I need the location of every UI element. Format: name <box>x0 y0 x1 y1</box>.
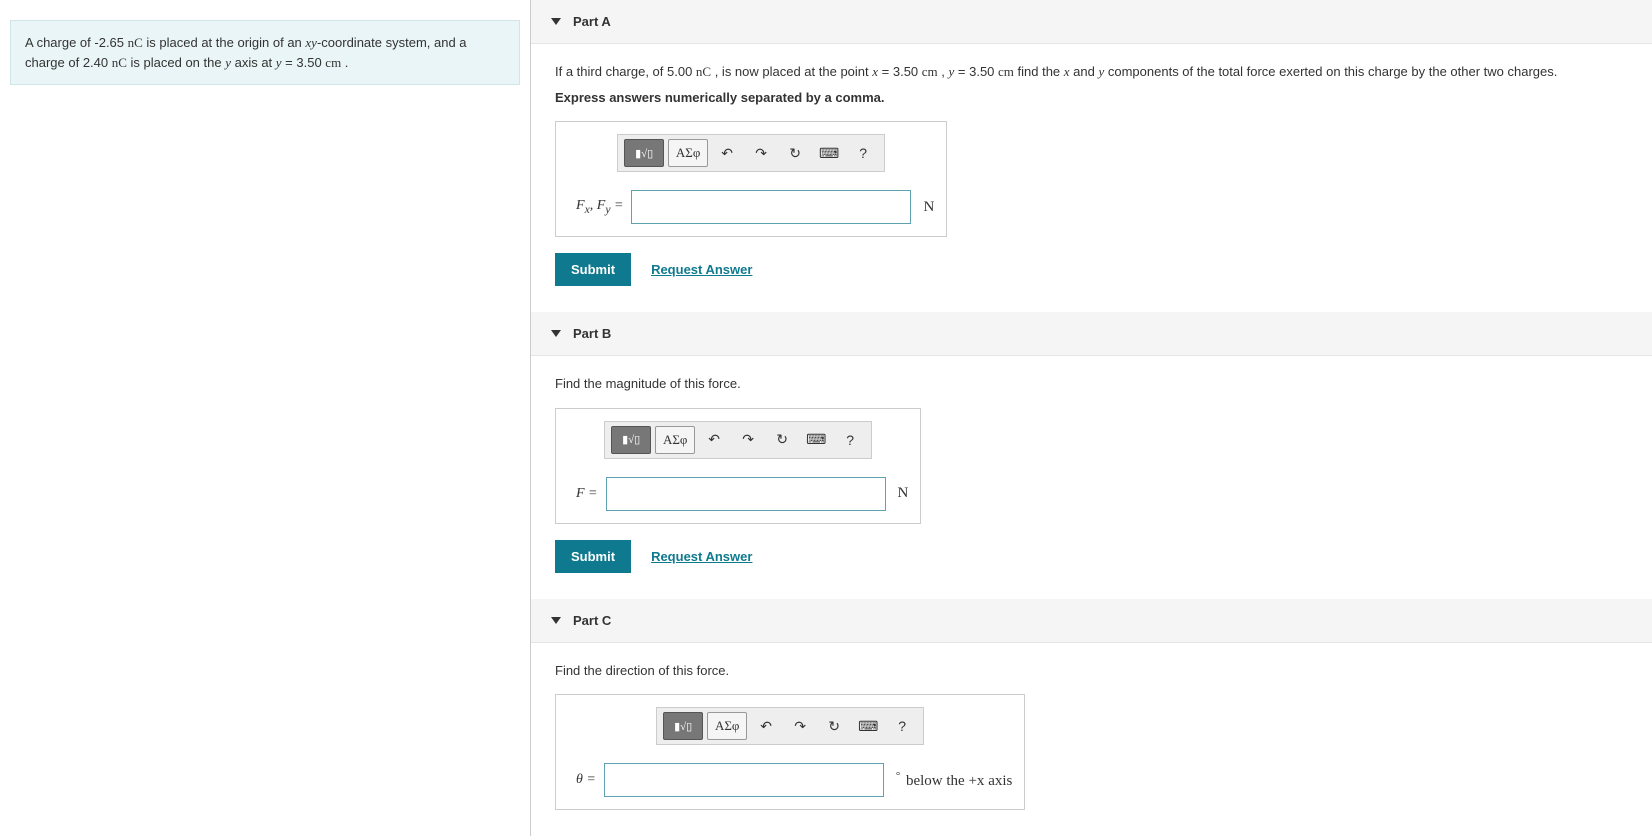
part-b-header[interactable]: Part B <box>531 312 1652 356</box>
part-a-input[interactable] <box>631 190 911 224</box>
submit-button[interactable]: Submit <box>555 253 631 286</box>
part-b-instruction: Find the magnitude of this force. <box>555 374 1628 394</box>
text: components of the total force exerted on… <box>1104 64 1557 79</box>
unit-cm: cm <box>922 64 938 79</box>
degree-symbol: ° <box>896 770 900 782</box>
text: = 3.50 <box>878 64 922 79</box>
part-c-title: Part C <box>573 613 611 628</box>
text: = 3.50 <box>954 64 998 79</box>
unit-nc: nC <box>112 55 127 70</box>
text: , <box>938 64 949 79</box>
unit-nc: nC <box>696 64 711 79</box>
chevron-down-icon <box>551 18 561 25</box>
part-b-body: Find the magnitude of this force. ▮√▯ ΑΣ… <box>531 356 1652 599</box>
part-b-title: Part B <box>573 326 611 341</box>
format-button[interactable]: ▮√▯ <box>611 426 651 454</box>
part-a-toolbar: ▮√▯ ΑΣφ ↶ ↷ ↻ ⌨ ? <box>617 134 885 172</box>
text: is placed at the origin of an <box>143 35 306 50</box>
part-a-variable-label: Fx, Fy = <box>568 198 631 216</box>
part-a-actions: Submit Request Answer <box>555 253 1628 286</box>
redo-icon[interactable]: ↷ <box>746 139 776 167</box>
help-icon[interactable]: ? <box>835 426 865 454</box>
text: . <box>341 55 348 70</box>
part-a-title: Part A <box>573 14 611 29</box>
var-xy: xy <box>305 35 317 50</box>
greek-button[interactable]: ΑΣφ <box>668 139 708 167</box>
text: is placed on the <box>127 55 225 70</box>
part-c-unit: ° below the +x axis <box>884 770 1013 790</box>
part-b-variable-label: F = <box>568 486 606 502</box>
part-b-answer-row: F = N <box>568 477 908 511</box>
help-icon[interactable]: ? <box>887 712 917 740</box>
part-a-answer-row: Fx, Fy = N <box>568 190 934 224</box>
part-c-header[interactable]: Part C <box>531 599 1652 643</box>
part-a-body: If a third charge, of 5.00 nC , is now p… <box>531 44 1652 312</box>
undo-icon[interactable]: ↶ <box>712 139 742 167</box>
part-b-input[interactable] <box>606 477 886 511</box>
reset-icon[interactable]: ↻ <box>767 426 797 454</box>
unit-cm: cm <box>998 64 1014 79</box>
part-a-instruction: If a third charge, of 5.00 nC , is now p… <box>555 62 1628 82</box>
part-a-unit: N <box>911 199 934 216</box>
keyboard-icon[interactable]: ⌨ <box>801 426 831 454</box>
reset-icon[interactable]: ↻ <box>819 712 849 740</box>
problem-statement: A charge of -2.65 nC is placed at the or… <box>10 20 520 85</box>
part-a-hint: Express answers numerically separated by… <box>555 88 1628 108</box>
keyboard-icon[interactable]: ⌨ <box>853 712 883 740</box>
undo-icon[interactable]: ↶ <box>699 426 729 454</box>
part-c-instruction: Find the direction of this force. <box>555 661 1628 681</box>
part-b-toolbar: ▮√▯ ΑΣφ ↶ ↷ ↻ ⌨ ? <box>604 421 872 459</box>
request-answer-link[interactable]: Request Answer <box>651 262 752 277</box>
text: axis at <box>231 55 276 70</box>
greek-button[interactable]: ΑΣφ <box>707 712 747 740</box>
text: = 3.50 <box>282 55 326 70</box>
unit-cm: cm <box>325 55 341 70</box>
greek-button[interactable]: ΑΣφ <box>655 426 695 454</box>
request-answer-link[interactable]: Request Answer <box>651 549 752 564</box>
part-c-variable-label: θ = <box>568 772 604 788</box>
text: and <box>1070 64 1099 79</box>
part-c-body: Find the direction of this force. ▮√▯ ΑΣ… <box>531 643 1652 836</box>
unit-nc: nC <box>128 35 143 50</box>
help-icon[interactable]: ? <box>848 139 878 167</box>
redo-icon[interactable]: ↷ <box>733 426 763 454</box>
undo-icon[interactable]: ↶ <box>751 712 781 740</box>
part-c-input[interactable] <box>604 763 884 797</box>
part-c-answer-box: ▮√▯ ΑΣφ ↶ ↷ ↻ ⌨ ? θ = ° below the +x axi… <box>555 694 1025 810</box>
text: If a third charge, of 5.00 <box>555 64 696 79</box>
part-b-answer-box: ▮√▯ ΑΣφ ↶ ↷ ↻ ⌨ ? F = N <box>555 408 921 524</box>
submit-button[interactable]: Submit <box>555 540 631 573</box>
chevron-down-icon <box>551 330 561 337</box>
format-button[interactable]: ▮√▯ <box>624 139 664 167</box>
part-b-unit: N <box>886 485 909 502</box>
part-a-answer-box: ▮√▯ ΑΣφ ↶ ↷ ↻ ⌨ ? Fx, Fy = N <box>555 121 947 237</box>
format-button[interactable]: ▮√▯ <box>663 712 703 740</box>
keyboard-icon[interactable]: ⌨ <box>814 139 844 167</box>
part-a-header[interactable]: Part A <box>531 0 1652 44</box>
part-c-answer-row: θ = ° below the +x axis <box>568 763 1012 797</box>
chevron-down-icon <box>551 617 561 624</box>
part-c-toolbar: ▮√▯ ΑΣφ ↶ ↷ ↻ ⌨ ? <box>656 707 924 745</box>
part-b-actions: Submit Request Answer <box>555 540 1628 573</box>
reset-icon[interactable]: ↻ <box>780 139 810 167</box>
redo-icon[interactable]: ↷ <box>785 712 815 740</box>
text: find the <box>1014 64 1064 79</box>
text: A charge of -2.65 <box>25 35 128 50</box>
text: , is now placed at the point <box>711 64 872 79</box>
